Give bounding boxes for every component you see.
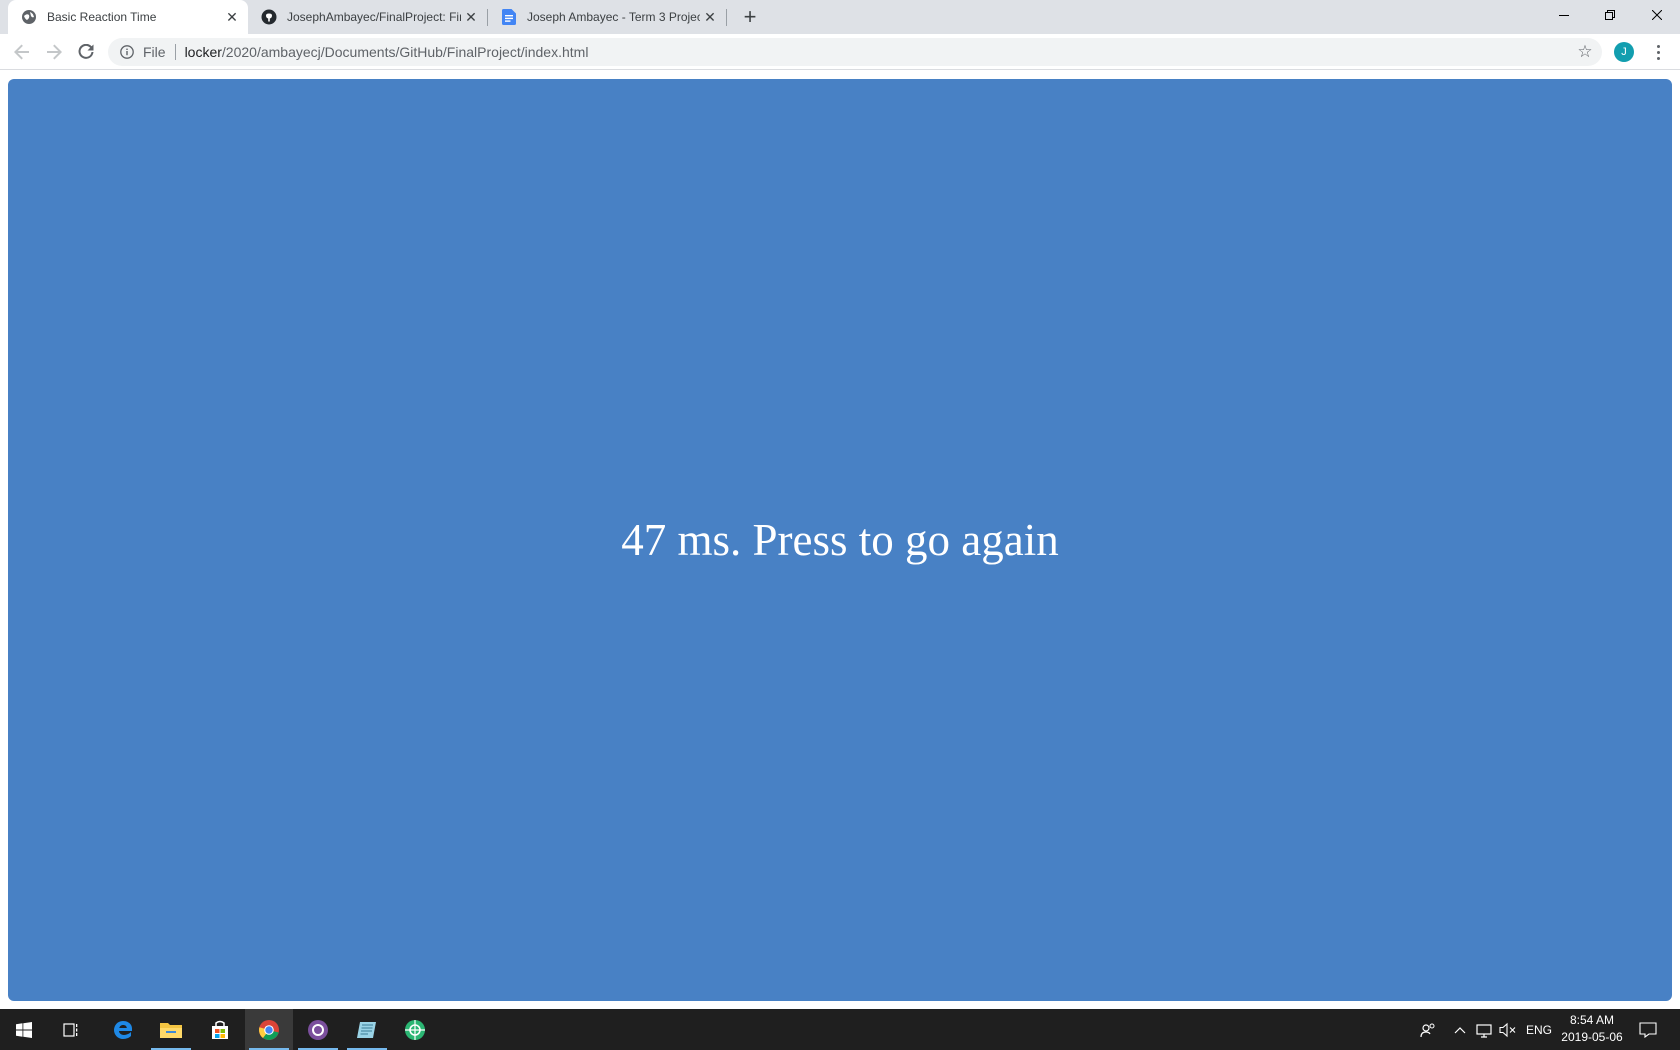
url-host: locker: [184, 44, 222, 60]
tab-title: Joseph Ambayec - Term 3 Project: [527, 10, 700, 24]
close-tab-icon[interactable]: ✕: [222, 7, 242, 27]
google-docs-icon: [501, 9, 517, 25]
info-icon[interactable]: [119, 44, 135, 60]
taskbar-app-purple[interactable]: [294, 1009, 342, 1050]
menu-dot: [1656, 56, 1660, 60]
menu-dot: [1656, 44, 1660, 48]
page-viewport: 47 ms. Press to go again: [0, 71, 1680, 1009]
network-icon: [1476, 1023, 1492, 1038]
action-center-button[interactable]: [1636, 1009, 1660, 1050]
start-icon: [16, 1021, 32, 1038]
clock-date: 2019-05-06: [1561, 1030, 1623, 1044]
people-button[interactable]: [1417, 1009, 1439, 1050]
result-message: 47 ms. Press to go again: [621, 515, 1059, 565]
url-path: /2020/ambayecj/Documents/GitHub/FinalPro…: [221, 44, 589, 60]
tab-basic-reaction-time[interactable]: Basic Reaction Time ✕: [8, 0, 248, 34]
github-icon: [261, 9, 277, 25]
menu-dot: [1656, 50, 1660, 54]
file-explorer-icon: [160, 1022, 182, 1038]
tab-google-doc[interactable]: Joseph Ambayec - Term 3 Project ✕: [488, 0, 726, 34]
notifications-icon: [1639, 1021, 1657, 1038]
app-green-icon: [405, 1019, 425, 1040]
back-button[interactable]: [10, 40, 34, 64]
show-hidden-icons-button[interactable]: [1452, 1009, 1468, 1050]
people-icon: [1420, 1023, 1435, 1037]
edge-icon: [114, 1020, 132, 1039]
globe-icon: [21, 9, 37, 25]
task-view-button[interactable]: [48, 1009, 96, 1050]
chevron-up-icon: [1454, 1026, 1466, 1033]
clock-time: 8:54 AM: [1569, 1013, 1615, 1027]
minimize-button[interactable]: [1541, 0, 1587, 30]
new-tab-button[interactable]: +: [738, 4, 762, 29]
notepad-icon: [357, 1021, 376, 1038]
network-button[interactable]: [1474, 1009, 1494, 1050]
chrome-icon: [259, 1019, 279, 1040]
taskbar-app-green[interactable]: [391, 1009, 439, 1050]
reload-button[interactable]: [74, 40, 98, 64]
taskbar-edge[interactable]: [99, 1009, 147, 1050]
forward-button[interactable]: [42, 40, 66, 64]
taskbar-store[interactable]: [196, 1009, 244, 1050]
profile-avatar[interactable]: J: [1614, 42, 1634, 62]
task-view-icon: [63, 1022, 78, 1037]
bookmark-star-icon[interactable]: ☆: [1576, 42, 1594, 61]
tab-title: JosephAmbayec/FinalProject: Fin: [287, 10, 461, 24]
taskbar-notepad[interactable]: [343, 1009, 391, 1050]
close-window-button[interactable]: [1634, 0, 1680, 30]
input-language[interactable]: ENG: [1525, 1009, 1553, 1050]
volume-button[interactable]: [1498, 1009, 1518, 1050]
app-purple-icon: [308, 1019, 328, 1040]
taskbar-chrome[interactable]: [245, 1009, 293, 1050]
system-clock[interactable]: 8:54 AM 2019-05-06: [1552, 1012, 1632, 1048]
tab-divider: [726, 9, 727, 26]
close-tab-icon[interactable]: ✕: [461, 7, 481, 27]
store-icon: [212, 1020, 228, 1039]
taskbar-file-explorer[interactable]: [147, 1009, 195, 1050]
omnibox-divider: [174, 44, 176, 60]
address-bar[interactable]: File locker /2020/ambayecj/Documents/Git…: [108, 38, 1602, 66]
close-tab-icon[interactable]: ✕: [700, 7, 720, 27]
browser-toolbar: File locker /2020/ambayecj/Documents/Git…: [0, 34, 1680, 70]
tab-github-finalproject[interactable]: JosephAmbayec/FinalProject: Fin ✕: [248, 0, 487, 34]
windows-taskbar: ENG 8:54 AM 2019-05-06: [0, 1009, 1680, 1050]
url-scheme-label: File: [143, 44, 166, 60]
tab-title: Basic Reaction Time: [47, 10, 157, 24]
volume-muted-icon: [1499, 1022, 1516, 1037]
reaction-test-area[interactable]: 47 ms. Press to go again: [8, 79, 1672, 1001]
browser-menu-button[interactable]: [1650, 40, 1666, 64]
tab-strip: Basic Reaction Time ✕ JosephAmbayec/Fina…: [0, 0, 1680, 34]
restore-button[interactable]: [1587, 0, 1633, 30]
start-button[interactable]: [0, 1009, 48, 1050]
